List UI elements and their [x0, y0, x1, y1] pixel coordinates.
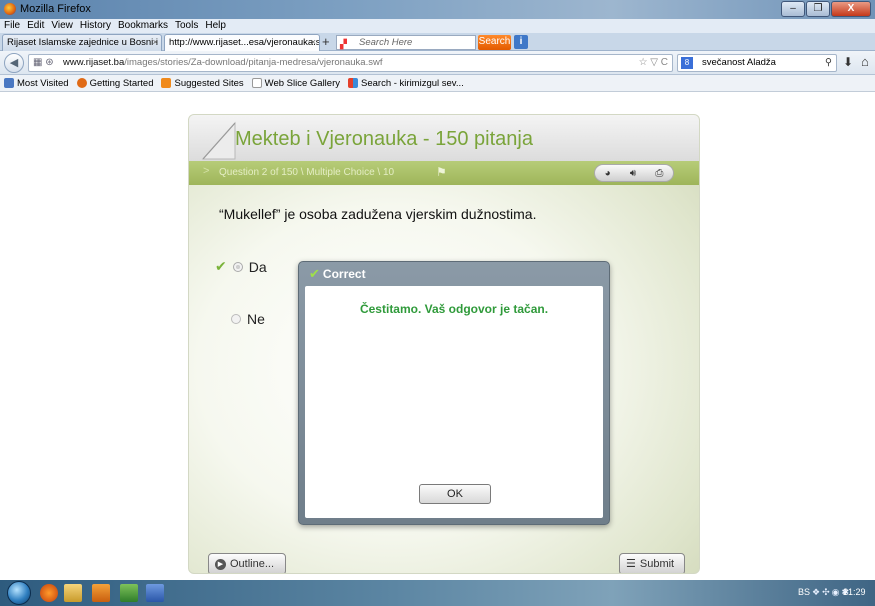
menu-bookmarks[interactable]: Bookmarks — [118, 19, 168, 33]
window-controls: ‒ ❐ X — [781, 1, 871, 17]
hint-icon[interactable]: ◕ — [605, 168, 611, 179]
tab-bar: Rijaset Islamske zajednice u Bosni i H..… — [0, 33, 875, 51]
back-button[interactable]: ◀ — [4, 53, 24, 73]
tab-rijaset[interactable]: Rijaset Islamske zajednice u Bosni i H..… — [2, 34, 162, 51]
tab-label: Rijaset Islamske zajednice u Bosni i H..… — [7, 37, 162, 48]
tab-vjeronauka-swf[interactable]: http://www.rijaset...esa/vjeronauka.swf … — [164, 34, 320, 51]
submit-button[interactable]: ☰ Submit — [619, 553, 685, 573]
flag-icon[interactable]: ⚑ — [436, 165, 447, 179]
answer-label: Da — [248, 258, 267, 275]
back-arrow-icon: ◀ — [9, 57, 19, 69]
nav-search-input[interactable]: 8 svečanost Aladža ⚲ — [677, 54, 837, 72]
toolbar-search-button[interactable]: Search — [478, 35, 511, 50]
menu-bar: File Edit View History Bookmarks Tools H… — [0, 19, 875, 33]
magnifier-icon[interactable]: ⚲ — [825, 55, 832, 71]
bookmark-getting-started[interactable]: Getting Started — [76, 78, 153, 89]
url-path: /images/stories/Za-download/pitanja-medr… — [124, 57, 383, 68]
answer-label: Ne — [247, 311, 265, 327]
window-title: Mozilla Firefox — [20, 3, 91, 15]
firefox-icon — [76, 78, 87, 88]
bookmark-web-slice-gallery[interactable]: Web Slice Gallery — [251, 78, 340, 89]
clock[interactable]: 21:29 — [843, 587, 866, 597]
correct-dialog: ✔ Correct Čestitamo. Vaš odgovor je tača… — [298, 261, 610, 525]
close-button[interactable]: X — [831, 1, 871, 17]
dialog-body: Čestitamo. Vaš odgovor je tačan. OK — [305, 286, 603, 518]
search-engine-icon: ▞ — [340, 39, 347, 49]
windows-taskbar: BS ❖✣◉✱ 21:29 — [0, 580, 875, 606]
menu-tools[interactable]: Tools — [175, 19, 198, 33]
bookmark-search[interactable]: Search - kirimizgul sev... — [348, 78, 464, 89]
answer-option-ne[interactable]: Ne — [231, 311, 265, 327]
check-icon: ✔ — [309, 266, 320, 281]
url-bar[interactable]: ▦ ⊛ www.rijaset.ba/images/stories/Za-dow… — [28, 54, 673, 72]
excel-taskbar-icon[interactable] — [120, 584, 138, 602]
answer-option-da[interactable]: ✔ Da — [215, 258, 267, 275]
firefox-icon — [4, 3, 16, 15]
new-tab-button[interactable]: + — [322, 35, 330, 49]
page-fold-icon — [201, 121, 236, 160]
bookmarks-bar: Most Visited Getting Started Suggested S… — [0, 75, 875, 92]
player-controls: ◕ 🔊︎ ⎙ — [594, 164, 674, 182]
bookmark-icon — [4, 78, 14, 88]
tab-close-icon[interactable]: × — [152, 35, 158, 50]
word-taskbar-icon[interactable] — [146, 584, 164, 602]
suggested-sites-icon — [161, 78, 172, 88]
menu-view[interactable]: View — [51, 19, 73, 33]
list-icon: ☰ — [626, 558, 636, 570]
toolbar-search-placeholder: Search Here — [359, 37, 413, 48]
tab-label: http://www.rijaset...esa/vjeronauka.swf — [169, 37, 320, 48]
language-indicator[interactable]: BS — [798, 587, 810, 597]
menu-file[interactable]: File — [4, 19, 20, 33]
question-progress-bar: > Question 2 of 150 \ Multiple Choice \ … — [189, 161, 699, 185]
app-taskbar-icon[interactable] — [92, 584, 110, 602]
download-icon[interactable]: ⬇ — [843, 55, 853, 69]
dialog-message: Čestitamo. Vaš odgovor je tačan. — [359, 302, 549, 316]
page-content: Mekteb i Vjeronauka - 150 pitanja > Ques… — [0, 92, 875, 580]
info-button[interactable]: i — [514, 35, 528, 49]
question-progress: Question 2 of 150 \ Multiple Choice \ 10 — [219, 167, 395, 178]
url-text: www.rijaset.ba/images/stories/Za-downloa… — [63, 55, 382, 71]
url-bar-actions[interactable]: ☆ ▽ C — [639, 55, 668, 71]
question-text: “Mukellef” je osoba zadužena vjerskim du… — [219, 206, 537, 222]
menu-help[interactable]: Help — [205, 19, 226, 33]
bookmark-most-visited[interactable]: Most Visited — [4, 78, 69, 89]
site-identity-icon: ▦ ⊛ — [33, 57, 54, 68]
toolbar-search-input[interactable]: ▞ Search Here — [336, 35, 476, 50]
outline-button[interactable]: ▶ Outline... — [208, 553, 286, 573]
minimize-button[interactable]: ‒ — [781, 1, 805, 17]
play-icon: ▶ — [215, 558, 226, 570]
nav-search-value: svečanost Aladža — [702, 57, 776, 68]
answer-radio[interactable] — [232, 261, 243, 272]
print-icon[interactable]: ⎙ — [655, 168, 663, 179]
window-title-bar: Mozilla Firefox ‒ ❐ X — [0, 0, 875, 19]
search-engine-icon — [348, 78, 358, 88]
web-slice-icon — [251, 78, 262, 88]
bookmark-suggested-sites[interactable]: Suggested Sites — [161, 78, 244, 89]
explorer-taskbar-icon[interactable] — [64, 584, 82, 602]
dialog-title: ✔ Correct — [309, 266, 366, 281]
chevron-right-icon: > — [203, 165, 210, 177]
menu-history[interactable]: History — [80, 19, 111, 33]
navigation-bar: ◀ ▦ ⊛ www.rijaset.ba/images/stories/Za-d… — [0, 51, 875, 75]
check-icon: ✔ — [215, 258, 227, 274]
sound-icon[interactable]: 🔊︎ — [630, 168, 636, 179]
tab-close-icon[interactable]: × — [310, 35, 316, 50]
firefox-taskbar-icon[interactable] — [40, 584, 58, 602]
answer-radio[interactable] — [231, 314, 241, 324]
search-engine-icon: 8 — [681, 57, 693, 69]
menu-edit[interactable]: Edit — [27, 19, 44, 33]
quiz-header: Mekteb i Vjeronauka - 150 pitanja — [189, 115, 699, 161]
url-host: www.rijaset.ba — [63, 57, 125, 68]
home-icon[interactable]: ⌂ — [861, 54, 869, 69]
restore-button[interactable]: ❐ — [806, 1, 830, 17]
ok-button[interactable]: OK — [419, 484, 491, 504]
quiz-title: Mekteb i Vjeronauka - 150 pitanja — [235, 128, 533, 150]
start-button[interactable] — [7, 581, 31, 605]
